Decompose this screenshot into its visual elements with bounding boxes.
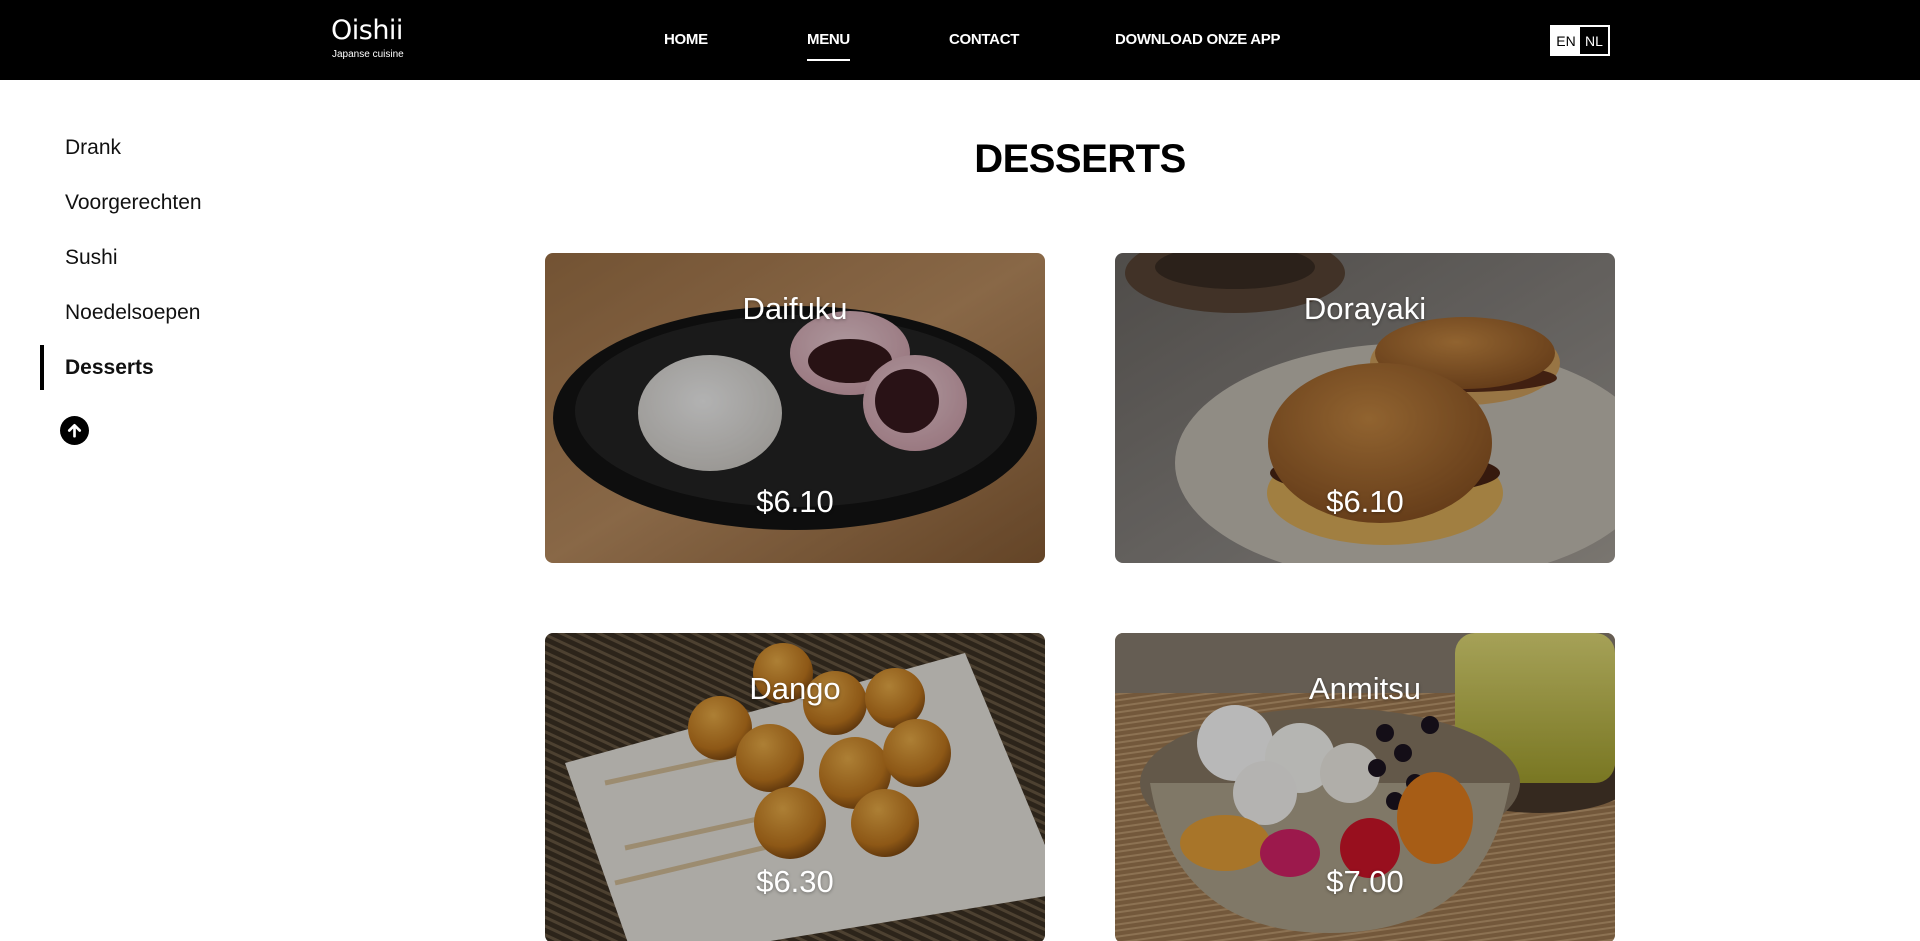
lang-en-button[interactable]: EN xyxy=(1552,27,1580,54)
sidebar-item-drank[interactable]: Drank xyxy=(65,136,121,160)
nav-home[interactable]: HOME xyxy=(664,31,708,49)
sidebar-item-noedelsoepen[interactable]: Noedelsoepen xyxy=(65,301,200,325)
item-name: Dango xyxy=(749,671,841,706)
top-navbar: Oishii Japanse cuisine HOME MENU CONTACT… xyxy=(0,0,1920,80)
nav-download-app[interactable]: DOWNLOAD ONZE APP xyxy=(1115,31,1280,49)
sidebar-item-voorgerechten[interactable]: Voorgerechten xyxy=(65,191,202,215)
item-price: $6.30 xyxy=(756,864,834,899)
arrow-up-icon xyxy=(67,423,82,438)
item-name: Anmitsu xyxy=(1309,671,1421,706)
lang-nl-button[interactable]: NL xyxy=(1580,27,1608,54)
sidebar-active-indicator xyxy=(40,345,44,390)
sidebar-item-desserts[interactable]: Desserts xyxy=(65,356,154,380)
nav-contact[interactable]: CONTACT xyxy=(949,31,1019,49)
menu-card-daifuku[interactable]: Daifuku $6.10 xyxy=(545,253,1045,563)
arrow-up-circle-icon[interactable] xyxy=(60,416,89,445)
logo-tagline: Japanse cuisine xyxy=(332,49,404,60)
menu-card-dango[interactable]: Dango $6.30 xyxy=(545,633,1045,941)
item-name: Daifuku xyxy=(742,291,848,326)
item-price: $6.10 xyxy=(756,484,834,519)
item-price: $7.00 xyxy=(1326,864,1404,899)
language-switcher: EN NL xyxy=(1550,25,1610,56)
page-title: DESSERTS xyxy=(974,137,1186,181)
nav-menu[interactable]: MENU xyxy=(807,31,850,61)
logo-name: Oishii xyxy=(331,15,403,46)
sidebar-item-sushi[interactable]: Sushi xyxy=(65,246,118,270)
item-name: Dorayaki xyxy=(1303,291,1427,326)
item-price: $6.10 xyxy=(1326,484,1404,519)
menu-card-anmitsu[interactable]: Anmitsu $7.00 xyxy=(1115,633,1615,941)
menu-card-dorayaki[interactable]: Dorayaki $6.10 xyxy=(1115,253,1615,563)
logo[interactable]: Oishii Japanse cuisine xyxy=(331,16,404,61)
